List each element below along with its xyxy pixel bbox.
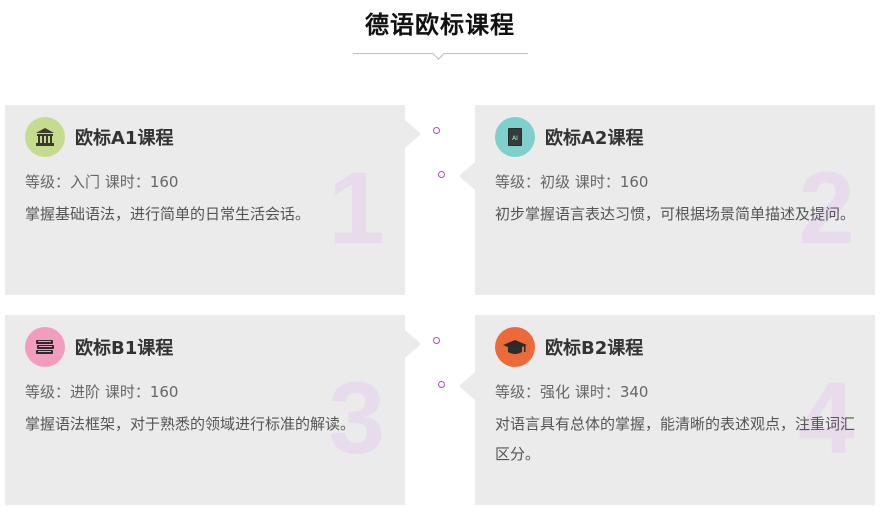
level-label: 等级：	[25, 173, 71, 191]
course-meta: 等级：入门 课时：160	[25, 171, 178, 192]
level-value: 入门	[70, 173, 101, 191]
card-pointer	[459, 372, 475, 400]
level-label: 等级：	[25, 383, 71, 401]
course-card-a2[interactable]: 2 AI 欧标A2课程 等级：初级 课时：160 初步掌握语言表达习惯，可根据场…	[459, 105, 875, 295]
card-pointer	[405, 330, 421, 358]
course-title: 欧标B1课程	[75, 338, 174, 359]
timeline-dot	[438, 171, 445, 178]
course-title: 欧标A2课程	[545, 128, 644, 149]
title-divider-notch	[432, 47, 445, 60]
course-meta: 等级：进阶 课时：160	[25, 381, 178, 402]
graduation-cap-icon	[495, 327, 535, 367]
course-title: 欧标B2课程	[545, 338, 644, 359]
hours-label: 课时：	[574, 383, 620, 401]
timeline-dot	[438, 381, 445, 388]
course-card-b2[interactable]: 4 欧标B2课程 等级：强化 课时：340 对语言具有总体的掌握，能清晰的表述观…	[459, 315, 875, 505]
course-description: 掌握基础语法，进行简单的日常生活会话。	[25, 205, 311, 223]
level-value: 进阶	[70, 383, 101, 401]
books-stack-icon	[25, 327, 65, 367]
hours-value: 340	[619, 383, 649, 401]
hours-value: 160	[149, 173, 179, 191]
hours-value: 160	[149, 383, 179, 401]
timeline-dot	[433, 127, 440, 134]
level-value: 初级	[540, 173, 571, 191]
page-title: 德语欧标课程	[365, 11, 515, 39]
course-meta: 等级：强化 课时：340	[495, 381, 648, 402]
hours-value: 160	[619, 173, 649, 191]
book-icon: AI	[495, 117, 535, 157]
card-pointer	[405, 120, 421, 148]
course-description: 初步掌握语言表达习惯，可根据场景简单描述及提问。	[495, 205, 856, 223]
level-value: 强化	[540, 383, 571, 401]
timeline-dot	[433, 337, 440, 344]
course-description: 掌握语法框架，对于熟悉的领域进行标准的解读。	[25, 415, 356, 433]
svg-text:AI: AI	[512, 135, 518, 142]
bank-icon	[25, 117, 65, 157]
level-label: 等级：	[495, 383, 541, 401]
course-card-b1[interactable]: 3 欧标B1课程 等级：进阶 课时：160 掌握语法框架，对于熟悉的领域进行标准…	[5, 315, 421, 505]
hours-label: 课时：	[574, 173, 620, 191]
course-title: 欧标A1课程	[75, 128, 174, 149]
level-label: 等级：	[495, 173, 541, 191]
course-description: 对语言具有总体的掌握，能清晰的表述观点，注重词汇区分。	[495, 415, 856, 463]
hours-label: 课时：	[104, 173, 150, 191]
course-card-a1[interactable]: 1 欧标A1课程 等级：入门 课时：160 掌握基础语法，进行简单的日常生活会话…	[5, 105, 421, 295]
course-meta: 等级：初级 课时：160	[495, 171, 648, 192]
hours-label: 课时：	[104, 383, 150, 401]
card-pointer	[459, 162, 475, 190]
